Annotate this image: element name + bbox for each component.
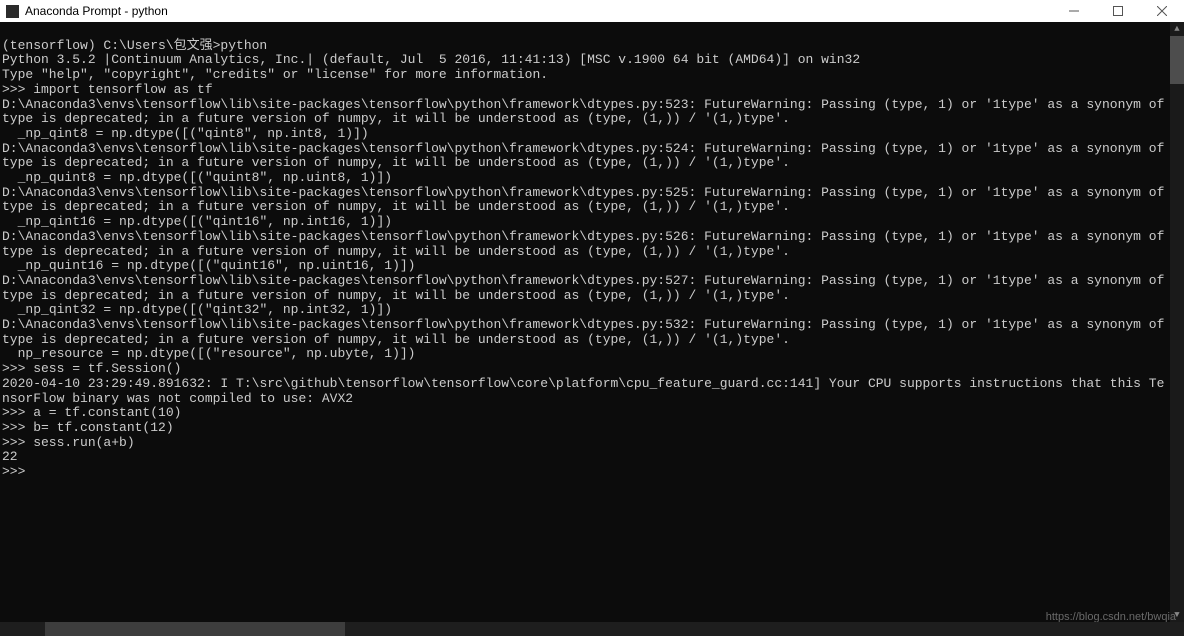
window-title: Anaconda Prompt - python <box>25 4 168 18</box>
scroll-up-arrow-icon[interactable]: ▲ <box>1170 22 1184 36</box>
minimize-button[interactable] <box>1052 0 1096 22</box>
app-icon <box>6 5 19 18</box>
taskbar[interactable] <box>0 622 1184 636</box>
vertical-scrollbar[interactable]: ▲ ▼ <box>1170 22 1184 622</box>
close-button[interactable] <box>1140 0 1184 22</box>
window-controls <box>1052 0 1184 22</box>
taskbar-item[interactable] <box>45 622 345 636</box>
scroll-thumb[interactable] <box>1170 36 1184 84</box>
terminal-area: (tensorflow) C:\Users\包文强>python Python … <box>0 22 1184 622</box>
window-titlebar: Anaconda Prompt - python <box>0 0 1184 22</box>
titlebar-left: Anaconda Prompt - python <box>0 4 168 18</box>
maximize-button[interactable] <box>1096 0 1140 22</box>
terminal-output[interactable]: (tensorflow) C:\Users\包文强>python Python … <box>0 22 1170 622</box>
